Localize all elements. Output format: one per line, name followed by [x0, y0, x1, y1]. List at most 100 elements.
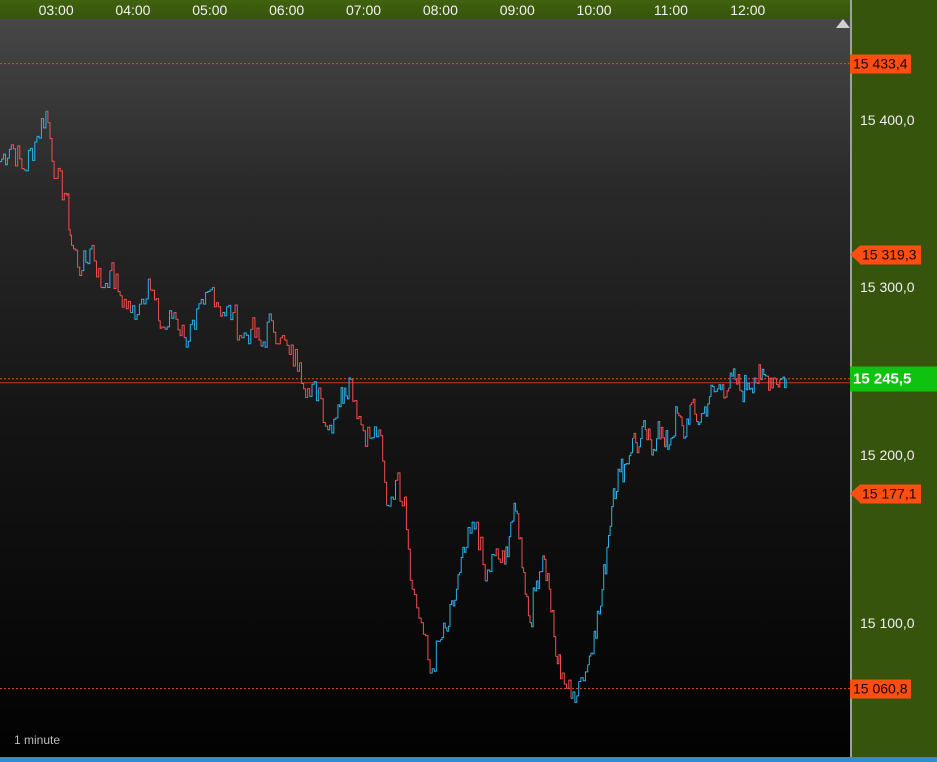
price-segment: [386, 480, 396, 507]
price-segment: [476, 521, 486, 581]
price-segment: [709, 384, 717, 397]
price-segment: [613, 468, 621, 500]
trading-chart: 03:00 04:00 05:00 06:00 07:00 08:00 09:0…: [0, 0, 937, 762]
price-tick-15400: 15 400,0: [860, 111, 915, 128]
time-tick-0400: 04:00: [115, 2, 151, 18]
price-segment: [760, 368, 768, 381]
plot-area[interactable]: [0, 19, 850, 757]
price-chart-svg: [0, 63, 850, 703]
price-segment: [158, 320, 166, 330]
price-segment: [645, 428, 653, 456]
price-segment: [395, 472, 405, 507]
price-segment: [92, 244, 102, 288]
price-segment: [626, 438, 633, 465]
price-tick-15300: 15 300,0: [860, 279, 915, 296]
time-tick-0700: 07:00: [345, 2, 382, 18]
price-segment: [361, 424, 371, 447]
price-segment: [690, 398, 697, 422]
price-segment: [536, 555, 544, 590]
price-segment: [165, 310, 175, 330]
price-segment: [459, 546, 467, 573]
price-segment: [378, 429, 388, 506]
price-segment: [318, 387, 329, 430]
price-segment: [56, 167, 67, 201]
price-segment: [24, 136, 38, 172]
price-segment: [194, 299, 204, 330]
price-segment: [606, 488, 614, 548]
price-segment: [453, 572, 461, 607]
price-segment: [530, 580, 537, 628]
price-segment: [430, 639, 441, 674]
price-segment: [466, 521, 477, 548]
price-segment: [578, 664, 589, 682]
price-segment: [494, 548, 505, 565]
price-segment: [203, 287, 213, 305]
price-segment: [369, 426, 380, 439]
price-segment: [747, 377, 755, 394]
price-tick-15200: 15 200,0: [860, 447, 915, 464]
price-segment: [440, 622, 448, 641]
price-segment: [485, 554, 495, 582]
price-segment: [670, 406, 678, 439]
time-tick-1200: 12:00: [730, 2, 766, 18]
time-tick-0300: 03:00: [38, 2, 74, 18]
price-segment: [100, 270, 111, 289]
price-segment: [587, 631, 595, 666]
price-segment: [0, 144, 12, 166]
price-segment: [250, 317, 262, 347]
price-segment: [66, 193, 72, 246]
time-tick-0500: 05:00: [192, 2, 228, 18]
price-segment: [120, 295, 131, 313]
price-segment: [619, 458, 627, 483]
price-segment: [109, 262, 121, 296]
price-segment: [309, 381, 320, 402]
price-segment: [148, 278, 160, 321]
current-price-tag: 15 245,5: [850, 366, 937, 392]
time-tick-1100: 11:00: [653, 2, 688, 18]
price-segment: [412, 588, 422, 623]
price-segment: [344, 377, 352, 400]
price-segment: [299, 362, 311, 398]
time-tick-1000: 10:00: [576, 2, 612, 18]
price-segment: [241, 329, 252, 345]
price-tick-15100: 15 100,0: [860, 614, 915, 631]
price-segment: [173, 312, 185, 338]
interval-label: 1 minute: [14, 733, 61, 747]
price-segment: [45, 110, 57, 179]
price-segment: [421, 622, 431, 674]
price-segment: [677, 412, 685, 439]
time-axis[interactable]: 03:00 04:00 05:00 06:00 07:00 08:00 09:0…: [0, 0, 850, 20]
price-segment: [271, 320, 281, 345]
price-segment: [517, 513, 525, 573]
price-segment: [261, 313, 272, 348]
price-segment: [404, 496, 413, 590]
price-segment: [722, 384, 730, 399]
price-segment: [36, 111, 47, 139]
price-segment: [664, 430, 672, 450]
price-segment: [703, 396, 710, 417]
price-segment: [754, 364, 762, 384]
price-segment: [504, 522, 512, 565]
low-level-tag: 15 060,8: [850, 679, 911, 699]
time-tick-0800: 08:00: [422, 2, 458, 18]
price-segment: [280, 335, 290, 355]
price-segment: [571, 681, 580, 703]
price-segment: [350, 379, 362, 425]
price-segment: [130, 304, 140, 320]
scroll-to-end-icon[interactable]: [836, 19, 850, 28]
price-segment: [638, 420, 646, 448]
price-segment: [222, 304, 234, 321]
price-segment: [11, 144, 25, 170]
price-segment: [562, 672, 572, 699]
price-segment: [594, 606, 601, 639]
price-segment: [632, 432, 640, 454]
bottom-status-bar: [0, 757, 937, 762]
price-segment: [139, 279, 149, 305]
time-tick-0900: 09:00: [499, 2, 535, 18]
price-segment: [232, 304, 243, 341]
price-segment: [549, 588, 557, 657]
price-segment: [81, 245, 93, 272]
price-segment: [184, 319, 195, 348]
price-segment: [337, 387, 345, 408]
price-segment: [658, 421, 665, 447]
